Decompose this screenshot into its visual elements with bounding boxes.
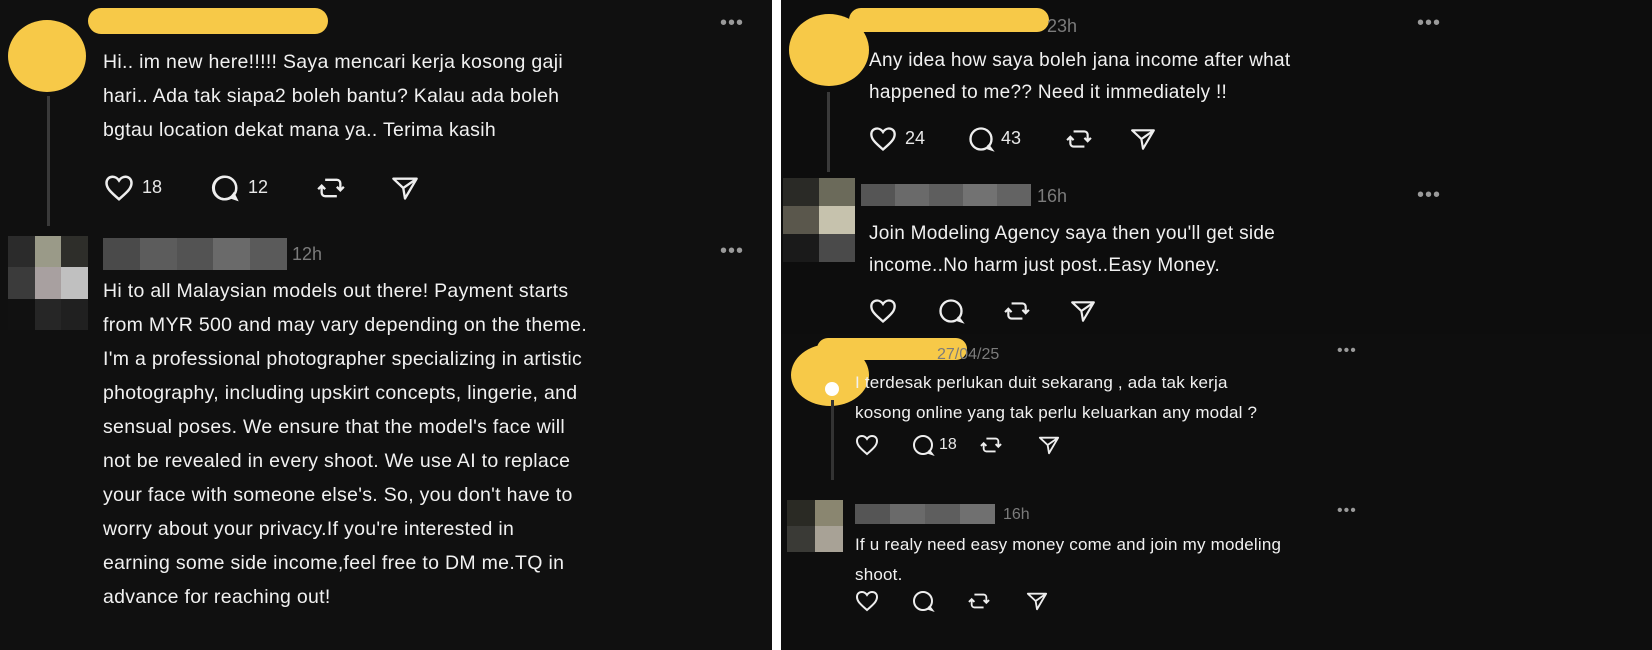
like-count: 24 xyxy=(905,128,926,148)
right-top-screenshot-panel: 23h ••• Any idea how saya boleh jana inc… xyxy=(781,0,1652,334)
redacted-username xyxy=(849,8,1049,32)
post-body: Any idea how saya boleh jana income afte… xyxy=(869,45,1291,109)
reply-line: photography, including upskirt concepts,… xyxy=(103,382,578,404)
blurred-username xyxy=(861,184,1031,206)
repost-icon[interactable] xyxy=(979,434,1003,456)
reply-count: 18 xyxy=(939,436,957,453)
right-bottom-screenshot-panel: 27/04/25 ••• I terdesak perlukan duit se… xyxy=(781,334,1652,650)
reply-line: your face with someone else's. So, you d… xyxy=(103,484,573,506)
reply-line: I'm a professional photographer speciali… xyxy=(103,348,583,370)
like-icon[interactable] xyxy=(104,174,134,202)
reply-line: sensual poses. We ensure that the model'… xyxy=(103,416,565,438)
reply-line: not be revealed in every shoot. We use A… xyxy=(103,450,571,472)
like-icon[interactable] xyxy=(855,434,879,456)
like-icon[interactable] xyxy=(855,590,879,612)
more-options-icon[interactable]: ••• xyxy=(1417,12,1441,35)
blurred-username xyxy=(855,504,995,524)
more-options-icon[interactable]: ••• xyxy=(1337,502,1357,520)
thread-line xyxy=(827,92,830,172)
repost-icon[interactable] xyxy=(967,590,991,612)
reply-count: 12 xyxy=(248,177,269,197)
reply-icon[interactable] xyxy=(210,174,240,202)
reply-line: from MYR 500 and may vary depending on t… xyxy=(103,314,588,336)
like-icon[interactable] xyxy=(869,298,897,324)
share-icon[interactable] xyxy=(1025,590,1049,612)
like-icon[interactable] xyxy=(869,126,897,152)
thread-line xyxy=(831,400,834,480)
post-line: happened to me?? Need it immediately !! xyxy=(869,82,1228,103)
more-options-icon[interactable]: ••• xyxy=(720,240,744,263)
reply-line: earning some side income,feel free to DM… xyxy=(103,552,565,574)
post-line: bgtau location dekat mana ya.. Terima ka… xyxy=(103,119,497,141)
follow-badge-icon[interactable] xyxy=(825,382,839,396)
reply-timestamp: 16h xyxy=(1003,506,1030,523)
share-icon[interactable] xyxy=(1129,126,1157,152)
post-body: Hi.. im new here!!!!! Saya mencari kerja… xyxy=(103,45,563,147)
reply-line: Join Modeling Agency saya then you'll ge… xyxy=(869,223,1276,244)
blurred-avatar xyxy=(8,236,88,330)
blurred-avatar xyxy=(783,178,855,262)
reply-line: Hi to all Malaysian models out there! Pa… xyxy=(103,280,569,302)
post-line: hari.. Ada tak siapa2 boleh bantu? Kalau… xyxy=(103,85,560,107)
post-line: kosong online yang tak perlu keluarkan a… xyxy=(855,403,1258,422)
post-line: I terdesak perlukan duit sekarang , ada … xyxy=(855,373,1228,392)
repost-icon[interactable] xyxy=(1003,298,1031,324)
blurred-avatar xyxy=(787,500,843,552)
post-timestamp: 23h xyxy=(1047,16,1078,36)
reply-icon[interactable] xyxy=(911,434,935,456)
reply-icon[interactable] xyxy=(937,298,965,324)
post-line: Any idea how saya boleh jana income afte… xyxy=(869,50,1291,71)
thread-line xyxy=(47,96,50,226)
share-icon[interactable] xyxy=(1069,298,1097,324)
reply-body: If u realy need easy money come and join… xyxy=(855,530,1281,590)
share-icon[interactable] xyxy=(390,174,420,202)
like-count: 18 xyxy=(142,177,163,197)
post-timestamp: 27/04/25 xyxy=(937,346,1000,363)
post-body: I terdesak perlukan duit sekarang , ada … xyxy=(855,368,1257,428)
reply-timestamp: 12h xyxy=(292,244,323,264)
reply-body: Join Modeling Agency saya then you'll ge… xyxy=(869,218,1275,282)
redacted-username xyxy=(88,8,328,34)
reply-timestamp: 16h xyxy=(1037,186,1068,206)
redacted-avatar xyxy=(8,20,86,92)
reply-line: If u realy need easy money come and join… xyxy=(855,535,1282,554)
repost-icon[interactable] xyxy=(316,174,346,202)
share-icon[interactable] xyxy=(1037,434,1061,456)
reply-line: worry about your privacy.If you're inter… xyxy=(103,518,515,540)
reply-line: shoot. xyxy=(855,565,903,584)
blurred-username xyxy=(103,238,287,270)
repost-icon[interactable] xyxy=(1065,126,1093,152)
post-line: Hi.. im new here!!!!! Saya mencari kerja… xyxy=(103,51,563,73)
reply-line: income..No harm just post..Easy Money. xyxy=(869,255,1221,276)
reply-body: Hi to all Malaysian models out there! Pa… xyxy=(103,274,587,614)
reply-icon[interactable] xyxy=(911,590,935,612)
more-options-icon[interactable]: ••• xyxy=(1417,184,1441,207)
reply-line: advance for reaching out! xyxy=(103,586,331,608)
more-options-icon[interactable]: ••• xyxy=(720,12,744,35)
reply-count: 43 xyxy=(1001,128,1022,148)
reply-icon[interactable] xyxy=(967,126,995,152)
left-screenshot-panel: ••• Hi.. im new here!!!!! Saya mencari k… xyxy=(0,0,772,650)
more-options-icon[interactable]: ••• xyxy=(1337,342,1357,360)
